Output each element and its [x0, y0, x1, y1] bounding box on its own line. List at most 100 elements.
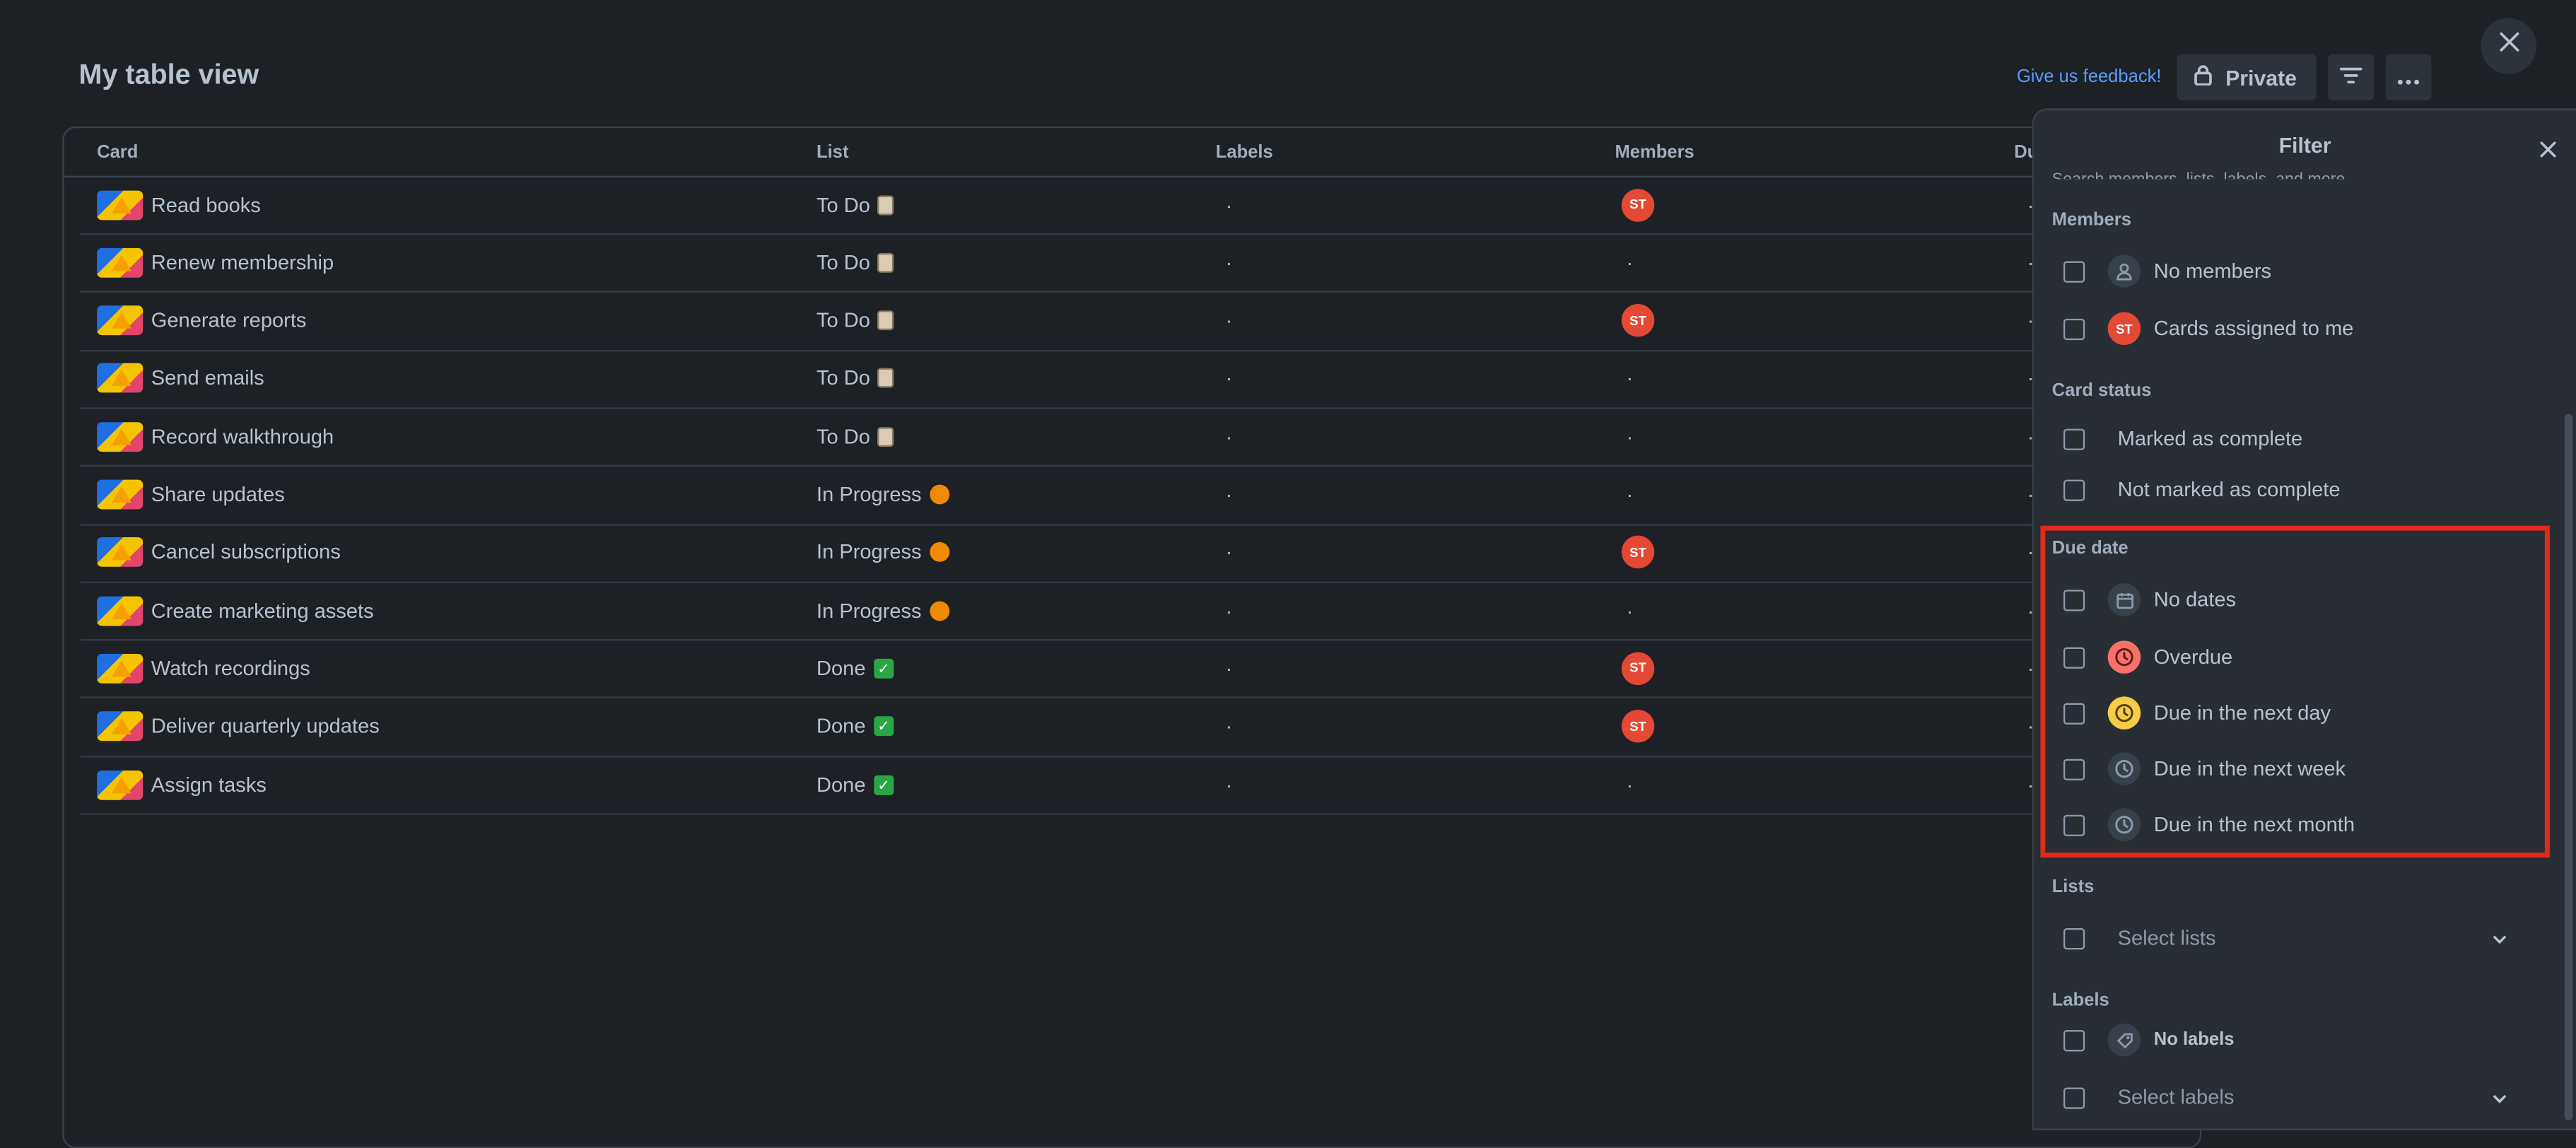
- list-cell[interactable]: To Do: [816, 350, 894, 407]
- column-header-labels[interactable]: Labels: [1216, 143, 1273, 163]
- card-title[interactable]: Share updates: [151, 483, 285, 506]
- due-cell[interactable]: ·: [2027, 756, 2034, 813]
- table-row[interactable]: Assign tasks Done ✓ · · ·: [80, 756, 2200, 815]
- members-cell[interactable]: ·: [1627, 350, 1633, 407]
- labels-select[interactable]: Select labels: [2063, 1078, 2507, 1118]
- labels-cell[interactable]: ·: [1226, 582, 1232, 639]
- members-cell[interactable]: ·: [1627, 756, 1633, 813]
- due-cell[interactable]: ·: [2027, 292, 2034, 349]
- avatar[interactable]: ST: [1621, 536, 1655, 569]
- due-cell[interactable]: ·: [2027, 640, 2034, 697]
- filter-option-marked-complete[interactable]: Marked as complete: [2063, 419, 2302, 459]
- due-cell[interactable]: ·: [2027, 176, 2034, 233]
- close-filter-icon[interactable]: [2540, 136, 2556, 166]
- card-cell[interactable]: Record walkthrough: [97, 408, 334, 465]
- card-cell[interactable]: Deliver quarterly updates: [97, 698, 380, 755]
- card-cell[interactable]: Share updates: [97, 466, 285, 523]
- labels-cell[interactable]: ·: [1226, 350, 1232, 407]
- avatar[interactable]: ST: [1621, 188, 1655, 221]
- labels-cell[interactable]: ·: [1226, 524, 1232, 581]
- checkbox[interactable]: [2063, 1086, 2085, 1108]
- avatar[interactable]: ST: [1621, 710, 1655, 743]
- lists-select[interactable]: Select lists: [2063, 918, 2507, 958]
- chevron-down-icon[interactable]: [2493, 1086, 2507, 1109]
- card-title[interactable]: Assign tasks: [151, 773, 267, 796]
- members-cell[interactable]: ST: [1621, 524, 1655, 581]
- table-row[interactable]: Generate reports To Do · ST ·: [80, 292, 2200, 351]
- members-cell[interactable]: ·: [1627, 466, 1633, 523]
- avatar[interactable]: ST: [1621, 652, 1655, 685]
- members-cell[interactable]: ·: [1627, 582, 1633, 639]
- checkbox[interactable]: [2063, 927, 2085, 949]
- filter-scrollbar[interactable]: [2564, 414, 2573, 1120]
- private-button[interactable]: Private: [2176, 54, 2317, 100]
- list-cell[interactable]: To Do: [816, 292, 894, 349]
- card-title[interactable]: Record walkthrough: [151, 425, 334, 448]
- table-row[interactable]: Share updates In Progress · · ·: [80, 466, 2200, 525]
- checkbox[interactable]: [2063, 1029, 2085, 1051]
- filter-option-no-members[interactable]: No members: [2063, 252, 2271, 291]
- filter-button[interactable]: [2328, 54, 2375, 100]
- table-row[interactable]: Cancel subscriptions In Progress · ST ·: [80, 524, 2200, 583]
- card-cell[interactable]: Assign tasks: [97, 756, 267, 813]
- list-cell[interactable]: To Do: [816, 234, 894, 291]
- card-cell[interactable]: Renew membership: [97, 234, 334, 291]
- members-cell[interactable]: ST: [1621, 292, 1655, 349]
- column-header-list[interactable]: List: [816, 143, 848, 163]
- labels-cell[interactable]: ·: [1226, 756, 1232, 813]
- table-row[interactable]: Renew membership To Do · · ·: [80, 234, 2200, 293]
- table-row[interactable]: Deliver quarterly updates Done ✓ · ST ·: [80, 698, 2200, 757]
- list-cell[interactable]: To Do: [816, 176, 894, 233]
- filter-option-assigned-to-me[interactable]: ST Cards assigned to me: [2063, 309, 2353, 348]
- labels-cell[interactable]: ·: [1226, 466, 1232, 523]
- filter-option-no-labels[interactable]: No labels: [2063, 1020, 2234, 1060]
- due-cell[interactable]: ·: [2027, 350, 2034, 407]
- close-view-button[interactable]: [2481, 18, 2537, 74]
- card-title[interactable]: Cancel subscriptions: [151, 541, 341, 564]
- labels-cell[interactable]: ·: [1226, 408, 1232, 465]
- table-row[interactable]: Read books To Do · ST ·: [80, 176, 2200, 235]
- due-cell[interactable]: ·: [2027, 408, 2034, 465]
- members-cell[interactable]: ST: [1621, 698, 1655, 755]
- members-cell[interactable]: ·: [1627, 234, 1633, 291]
- card-cell[interactable]: Send emails: [97, 350, 264, 407]
- checkbox[interactable]: [2063, 260, 2085, 282]
- card-cell[interactable]: Generate reports: [97, 292, 306, 349]
- labels-cell[interactable]: ·: [1226, 176, 1232, 233]
- chevron-down-icon[interactable]: [2493, 927, 2507, 950]
- labels-cell[interactable]: ·: [1226, 234, 1232, 291]
- members-cell[interactable]: ST: [1621, 640, 1655, 697]
- card-title[interactable]: Watch recordings: [151, 657, 310, 680]
- due-cell[interactable]: ·: [2027, 582, 2034, 639]
- card-cell[interactable]: Read books: [97, 176, 261, 233]
- list-cell[interactable]: In Progress: [816, 466, 950, 523]
- list-cell[interactable]: In Progress: [816, 582, 950, 639]
- list-cell[interactable]: Done ✓: [816, 756, 894, 813]
- table-row[interactable]: Send emails To Do · · ·: [80, 350, 2200, 409]
- column-header-card[interactable]: Card: [97, 143, 138, 163]
- more-options-button[interactable]: [2385, 54, 2432, 100]
- avatar[interactable]: ST: [1621, 304, 1655, 337]
- card-cell[interactable]: Create marketing assets: [97, 582, 374, 639]
- card-title[interactable]: Send emails: [151, 367, 264, 390]
- filter-option-not-marked-complete[interactable]: Not marked as complete: [2063, 470, 2341, 510]
- checkbox[interactable]: [2063, 428, 2085, 450]
- table-row[interactable]: Record walkthrough To Do · · ·: [80, 408, 2200, 467]
- card-cell[interactable]: Cancel subscriptions: [97, 524, 341, 581]
- labels-cell[interactable]: ·: [1226, 292, 1232, 349]
- card-title[interactable]: Create marketing assets: [151, 599, 374, 622]
- due-cell[interactable]: ·: [2027, 698, 2034, 755]
- checkbox[interactable]: [2063, 479, 2085, 500]
- column-header-members[interactable]: Members: [1615, 143, 1694, 163]
- table-row[interactable]: Watch recordings Done ✓ · ST ·: [80, 640, 2200, 699]
- due-cell[interactable]: ·: [2027, 234, 2034, 291]
- table-row[interactable]: Create marketing assets In Progress · · …: [80, 582, 2200, 641]
- feedback-link[interactable]: Give us feedback!: [2017, 67, 2162, 87]
- card-title[interactable]: Deliver quarterly updates: [151, 715, 380, 738]
- list-cell[interactable]: In Progress: [816, 524, 950, 581]
- card-title[interactable]: Renew membership: [151, 251, 334, 274]
- checkbox[interactable]: [2063, 317, 2085, 339]
- list-cell[interactable]: To Do: [816, 408, 894, 465]
- labels-cell[interactable]: ·: [1226, 698, 1232, 755]
- card-cell[interactable]: Watch recordings: [97, 640, 310, 697]
